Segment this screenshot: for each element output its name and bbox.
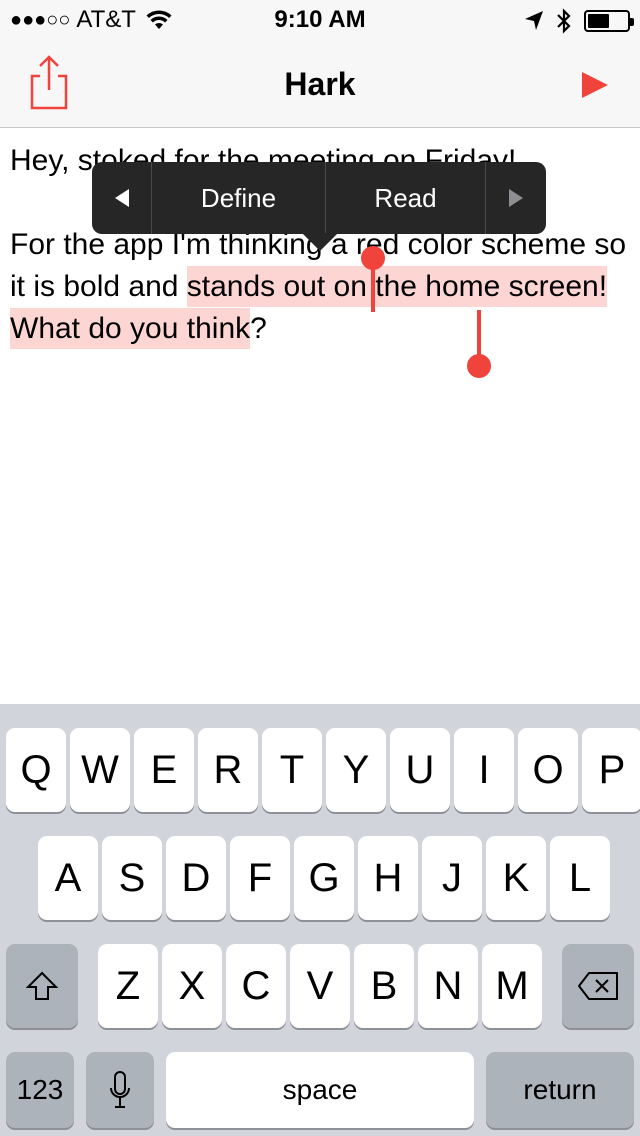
edit-menu-pointer xyxy=(302,233,338,251)
selection-start-handle[interactable] xyxy=(361,246,385,270)
key-h[interactable]: H xyxy=(358,836,418,920)
key-j[interactable]: J xyxy=(422,836,482,920)
bluetooth-icon xyxy=(557,8,571,34)
battery-icon xyxy=(584,10,634,32)
dictation-key[interactable] xyxy=(86,1052,154,1128)
key-l[interactable]: L xyxy=(550,836,610,920)
key-t[interactable]: T xyxy=(262,728,322,812)
microphone-icon xyxy=(110,1071,130,1108)
return-key[interactable]: return xyxy=(486,1052,634,1128)
menu-read-button[interactable]: Read xyxy=(326,162,486,234)
key-v[interactable]: V xyxy=(290,944,350,1028)
key-f[interactable]: F xyxy=(230,836,290,920)
menu-next-button[interactable] xyxy=(486,162,546,234)
play-icon[interactable] xyxy=(580,70,610,100)
numbers-key[interactable]: 123 xyxy=(6,1052,74,1128)
key-k[interactable]: K xyxy=(486,836,546,920)
key-s[interactable]: S xyxy=(102,836,162,920)
key-z[interactable]: Z xyxy=(98,944,158,1028)
location-arrow-icon xyxy=(525,11,543,30)
key-n[interactable]: N xyxy=(418,944,478,1028)
selection-end-bar xyxy=(477,310,481,356)
key-g[interactable]: G xyxy=(294,836,354,920)
key-o[interactable]: O xyxy=(518,728,578,812)
key-x[interactable]: X xyxy=(162,944,222,1028)
key-a[interactable]: A xyxy=(38,836,98,920)
shift-icon xyxy=(26,971,58,1000)
triangle-left-icon xyxy=(114,189,129,207)
page-title: Hark xyxy=(284,66,356,102)
nav-bar: Hark xyxy=(0,40,640,128)
status-right xyxy=(524,8,634,34)
key-e[interactable]: E xyxy=(134,728,194,812)
menu-define-button[interactable]: Define xyxy=(152,162,326,234)
battery-fill xyxy=(588,14,609,28)
edit-menu: Define Read xyxy=(92,162,546,234)
selection-start-bar xyxy=(371,264,375,312)
key-i[interactable]: I xyxy=(454,728,514,812)
key-m[interactable]: M xyxy=(482,944,542,1028)
selection-end-handle[interactable] xyxy=(467,354,491,378)
status-bar: ●●●○○ AT&T 9:10 AM xyxy=(0,0,640,40)
triangle-right-icon xyxy=(509,189,523,207)
backspace-icon xyxy=(578,972,618,1000)
key-p[interactable]: P xyxy=(582,728,640,812)
key-w[interactable]: W xyxy=(70,728,130,812)
key-r[interactable]: R xyxy=(198,728,258,812)
key-d[interactable]: D xyxy=(166,836,226,920)
keyboard: Q W E R T Y U I O P A S D F G H J K L Z … xyxy=(0,704,640,1136)
key-c[interactable]: C xyxy=(226,944,286,1028)
paragraph-2-tail: ? xyxy=(250,312,267,345)
battery-tip xyxy=(630,18,634,26)
delete-key[interactable] xyxy=(562,944,634,1028)
key-b[interactable]: B xyxy=(354,944,414,1028)
menu-prev-button[interactable] xyxy=(92,162,152,234)
space-key[interactable]: space xyxy=(166,1052,474,1128)
key-q[interactable]: Q xyxy=(6,728,66,812)
shift-key[interactable] xyxy=(6,944,78,1028)
key-y[interactable]: Y xyxy=(326,728,386,812)
key-u[interactable]: U xyxy=(390,728,450,812)
